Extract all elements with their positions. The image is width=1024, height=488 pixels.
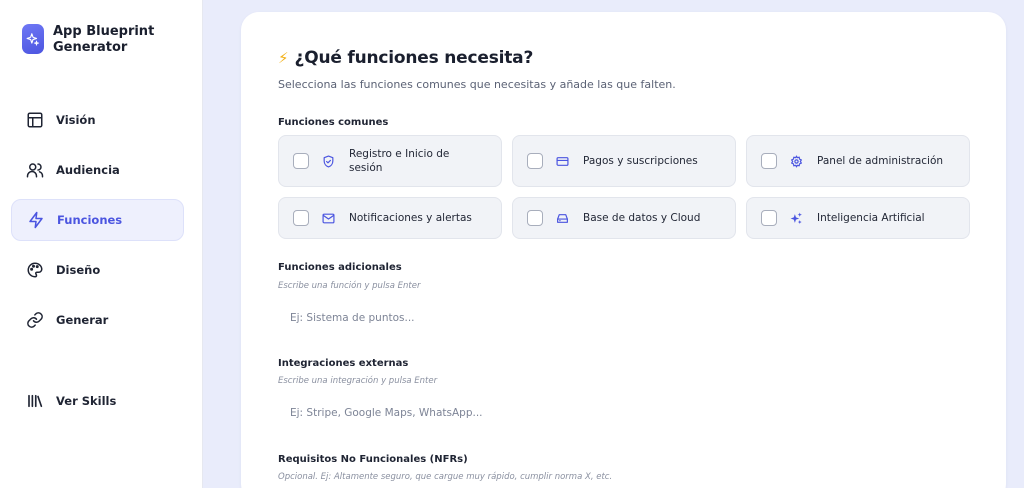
page-title-row: ⚡ ¿Qué funciones necesita?	[278, 48, 533, 68]
feature-option-notificaciones[interactable]: Notificaciones y alertas	[278, 197, 502, 239]
sidebar-item-generar[interactable]: Generar	[11, 299, 184, 341]
sidebar-item-label: Diseño	[56, 263, 101, 277]
sidebar-item-diseno[interactable]: Diseño	[11, 249, 184, 291]
layout-icon	[25, 110, 45, 130]
feature-label: Notificaciones y alertas	[349, 212, 472, 224]
sparkles-icon	[22, 24, 44, 54]
palette-icon	[25, 260, 45, 280]
page-title: ¿Qué funciones necesita?	[294, 48, 534, 68]
mail-icon	[321, 211, 335, 225]
shield-icon	[321, 154, 335, 168]
sidebar-item-vision[interactable]: Visión	[11, 99, 184, 141]
integrations-input[interactable]	[278, 398, 971, 428]
feature-option-panel[interactable]: Panel de administración	[746, 135, 970, 187]
integrations-hint: Escribe una integración y pulsa Enter	[278, 376, 438, 386]
feature-label: Panel de administración	[817, 155, 944, 167]
checkbox[interactable]	[293, 210, 309, 226]
feature-label: Pagos y suscripciones	[583, 155, 698, 167]
sidebar-item-label: Visión	[56, 113, 96, 127]
brand[interactable]: App Blueprint Generator	[22, 24, 173, 56]
common-features-label: Funciones comunes	[278, 117, 389, 128]
sparkles-icon	[789, 211, 803, 225]
nfr-label: Requisitos No Funcionales (NFRs)	[278, 454, 468, 465]
features-card: ⚡ ¿Qué funciones necesita? Selecciona la…	[241, 12, 1006, 488]
feature-option-ia[interactable]: Inteligencia Artificial	[746, 197, 970, 239]
feature-option-pagos[interactable]: Pagos y suscripciones	[512, 135, 736, 187]
sidebar: App Blueprint Generator Visión Audiencia…	[0, 0, 203, 488]
sidebar-item-audiencia[interactable]: Audiencia	[11, 149, 184, 191]
feature-label: Base de datos y Cloud	[583, 212, 701, 224]
additional-features-hint: Escribe una función y pulsa Enter	[278, 281, 421, 291]
database-icon	[555, 211, 569, 225]
credit-card-icon	[555, 154, 569, 168]
additional-features-input[interactable]	[278, 303, 971, 333]
checkbox[interactable]	[293, 153, 309, 169]
checkbox[interactable]	[761, 210, 777, 226]
sidebar-item-ver-skills[interactable]: Ver Skills	[11, 380, 184, 422]
sidebar-item-label: Audiencia	[56, 163, 120, 177]
checkbox[interactable]	[527, 210, 543, 226]
nfr-hint: Opcional. Ej: Altamente seguro, que carg…	[278, 472, 613, 482]
sidebar-item-label: Funciones	[57, 213, 123, 227]
additional-features-label: Funciones adicionales	[278, 262, 402, 273]
integrations-label: Integraciones externas	[278, 358, 409, 369]
bolt-icon	[26, 210, 46, 230]
feature-label: Inteligencia Artificial	[817, 212, 925, 224]
feature-label: Registro e Inicio de sesión	[349, 148, 450, 174]
checkbox[interactable]	[527, 153, 543, 169]
sidebar-item-funciones[interactable]: Funciones	[11, 199, 184, 241]
sidebar-item-label: Ver Skills	[56, 394, 117, 408]
feature-option-registro[interactable]: Registro e Inicio de sesión	[278, 135, 502, 187]
link-icon	[25, 310, 45, 330]
gear-icon	[789, 154, 803, 168]
users-icon	[25, 160, 45, 180]
brand-title: App Blueprint Generator	[53, 24, 155, 55]
checkbox[interactable]	[761, 153, 777, 169]
library-icon	[25, 391, 45, 411]
page-subtitle: Selecciona las funciones comunes que nec…	[278, 78, 676, 91]
feature-option-base-datos[interactable]: Base de datos y Cloud	[512, 197, 736, 239]
lightning-icon: ⚡	[278, 49, 289, 67]
sidebar-item-label: Generar	[56, 313, 109, 327]
